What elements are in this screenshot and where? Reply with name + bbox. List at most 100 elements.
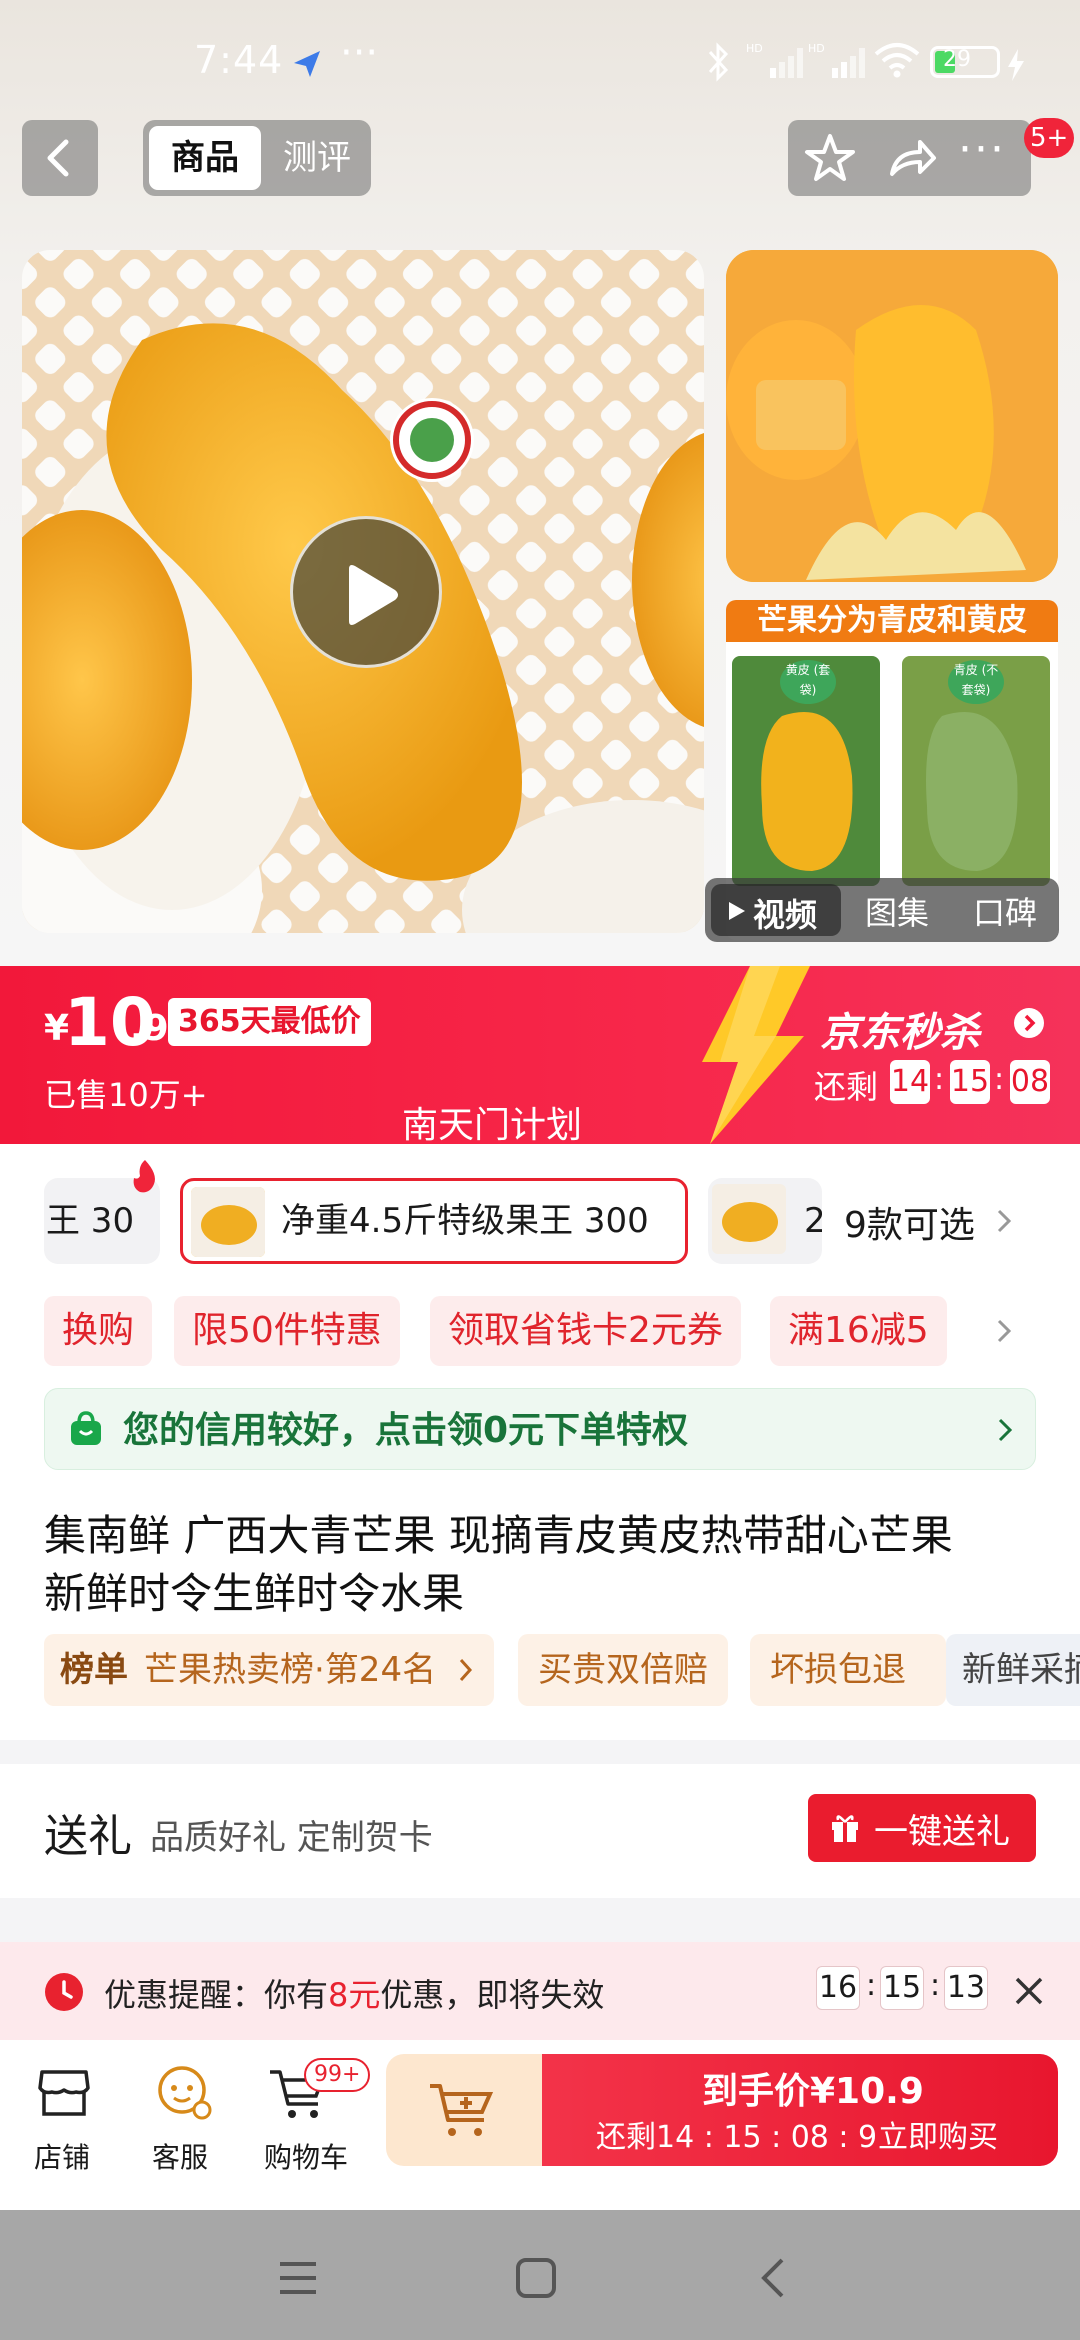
favorite-star-icon[interactable] (802, 130, 858, 190)
tags-chevron-icon[interactable] (994, 1316, 1014, 1346)
gift-card: 送礼 品质好礼 定制贺卡 一键送礼 (0, 1764, 1080, 1898)
play-icon (349, 565, 398, 625)
store-icon (38, 2070, 90, 2116)
battery-icon: 29 (930, 46, 1000, 78)
buy-now-button[interactable]: 到手价¥10.9 还剩14 : 15 : 08 : 9 立即购买 (542, 2054, 1058, 2166)
credit-banner[interactable]: 您的信用较好，点击领0元下单特权 (44, 1388, 1036, 1470)
reminder-text: 优惠提醒：你有8元优惠，即将失效 (104, 1970, 604, 2016)
service-button[interactable]: 客服 (144, 2058, 224, 2178)
credit-text: 您的信用较好，点击领0元下单特权 (123, 1410, 689, 1451)
chevron-right-icon[interactable] (994, 1206, 1014, 1236)
svg-text:HD: HD (746, 42, 763, 55)
shopping-bag-icon (71, 1411, 101, 1445)
service-label: 客服 (152, 2141, 209, 2174)
product-title-line2: 新鲜时令生鲜时令水果 (44, 1569, 465, 1618)
gift-button[interactable]: 一键送礼 (808, 1794, 1036, 1862)
price-decimal: .9 (130, 1008, 169, 1049)
variant-chip-3[interactable]: 2 (708, 1178, 822, 1264)
back-nav-icon[interactable] (756, 2256, 792, 2300)
signal-icon-1: HD (746, 40, 810, 89)
more-menu-button[interactable]: ··· (958, 124, 1006, 175)
buy-remaining: 还剩14 : 15 : 08 : 9 (596, 2120, 878, 2155)
reminder-hours: 16 (816, 1966, 860, 2010)
reminder-prefix: 优惠提醒：你有 (104, 1976, 329, 2014)
wifi-icon (872, 40, 922, 89)
rank-badge[interactable]: 榜单 芒果热卖榜·第24名 (44, 1634, 494, 1706)
add-cart-icon (430, 2084, 494, 2136)
variant-thumb-3 (712, 1184, 786, 1254)
back-button[interactable] (22, 120, 98, 196)
sold-count: 已售10万+ (44, 1076, 208, 1114)
gift-button-label: 一键送礼 (874, 1812, 1010, 1852)
tag-limited[interactable]: 限50件特惠 (174, 1296, 400, 1366)
plan-text: 南天门计划 (402, 1105, 583, 1146)
video-play-button[interactable] (290, 516, 442, 668)
badge-price-guarantee[interactable]: 买贵双倍赔 (518, 1634, 728, 1706)
notification-badge: 5+ (1024, 118, 1075, 158)
reminder-minutes: 15 (880, 1966, 924, 2010)
media-tab-gallery[interactable]: 图集 (865, 888, 929, 934)
green-mango-card: 青皮 (不套袋) (902, 656, 1050, 886)
cart-badge: 99+ (304, 2058, 371, 2092)
mango-cut-photo (726, 250, 1058, 582)
countdown-seconds: 08 (1010, 1060, 1050, 1104)
svg-text:HD: HD (808, 42, 825, 55)
gift-title: 送礼 (44, 1811, 132, 1862)
charging-icon (1006, 46, 1026, 90)
status-bar: 7:44 ··· HD HD 29 (0, 0, 1080, 120)
signal-icon-2: HD (808, 40, 872, 89)
product-thumbnail-1[interactable] (726, 250, 1058, 582)
countdown-minutes: 15 (950, 1060, 990, 1104)
media-tab-video-label: 视频 (753, 896, 818, 934)
shop-button[interactable]: 店铺 (24, 2058, 104, 2178)
status-time: 7:44 (194, 38, 284, 82)
variant-count[interactable]: 9款可选 (844, 1196, 975, 1248)
reminder-seconds: 13 (944, 1966, 988, 2010)
tab-review[interactable]: 测评 (269, 126, 365, 190)
flash-sale-arrow-icon (1014, 1008, 1044, 1038)
variant-chip-selected-label: 净重4.5斤特级果王 300 (281, 1201, 649, 1241)
bluetooth-icon (706, 42, 732, 91)
variant-chip-3-label: 2 (804, 1201, 822, 1241)
customer-service-icon (158, 2066, 212, 2120)
tag-coupon[interactable]: 领取省钱卡2元券 (430, 1296, 741, 1366)
green-tag: 青皮 (不套袋) (948, 660, 1004, 704)
thumbnail-banner: 芒果分为青皮和黄皮 (726, 600, 1058, 642)
tag-exchange[interactable]: 换购 (44, 1296, 153, 1366)
badge-fresh[interactable]: 新鲜采摘 (946, 1634, 1080, 1706)
remaining-label: 还剩 (814, 1068, 879, 1106)
media-tab-reviews[interactable]: 口碑 (973, 888, 1037, 934)
status-dots: ··· (340, 30, 379, 76)
rank-label: 榜单 (60, 1650, 128, 1690)
reminder-amount: 8元 (328, 1976, 381, 2014)
product-title-line1: 集南鲜 广西大青芒果 现摘青皮黄皮热带甜心芒果 (44, 1511, 953, 1560)
product-main-image[interactable] (22, 250, 704, 933)
bottom-action-bar: 店铺 客服 99+ 购物车 到手价¥10.9 还剩14 : 15 : 08 : … (0, 2040, 1080, 2210)
share-icon[interactable] (884, 130, 940, 190)
lightning-icon (702, 966, 810, 1144)
variant-chip-1-label: 王 30 (46, 1201, 135, 1241)
reminder-suffix: 优惠，即将失效 (380, 1976, 605, 2014)
home-icon[interactable] (514, 2256, 558, 2300)
variant-chip-selected[interactable]: 净重4.5斤特级果王 300 (180, 1178, 688, 1264)
media-tabs: 视频 图集 口碑 (705, 878, 1059, 942)
media-tab-video[interactable]: 视频 (711, 884, 841, 936)
hot-flame-icon (133, 1160, 155, 1193)
close-icon[interactable] (1012, 1974, 1046, 2008)
tab-product[interactable]: 商品 (149, 126, 261, 190)
credit-chevron-icon (998, 1418, 1013, 1442)
rank-chevron-icon (459, 1658, 473, 1682)
add-to-cart-button[interactable] (386, 2054, 542, 2166)
flash-sale-banner[interactable]: ¥ 10 .9 365天最低价 已售10万+ 南天门计划 京东秒杀 还剩 14 … (0, 966, 1080, 1146)
gift-icon (832, 1815, 858, 1842)
menu-icon[interactable] (276, 2258, 320, 2298)
yellow-mango-card: 黄皮 (套袋) (732, 656, 880, 886)
discount-reminder[interactable]: 优惠提醒：你有8元优惠，即将失效 16 : 15 : 13 (0, 1942, 1080, 2040)
yellow-tag: 黄皮 (套袋) (780, 660, 836, 704)
buy-price: 到手价¥10.9 (702, 2071, 924, 2112)
battery-level: 29 (943, 47, 971, 72)
flash-sale-brand: 京东秒杀 (820, 1010, 980, 1056)
tag-discount[interactable]: 满16减5 (770, 1296, 947, 1366)
cart-button[interactable]: 99+ 购物车 (258, 2058, 371, 2178)
badge-damage-refund[interactable]: 坏损包退 (750, 1634, 946, 1706)
